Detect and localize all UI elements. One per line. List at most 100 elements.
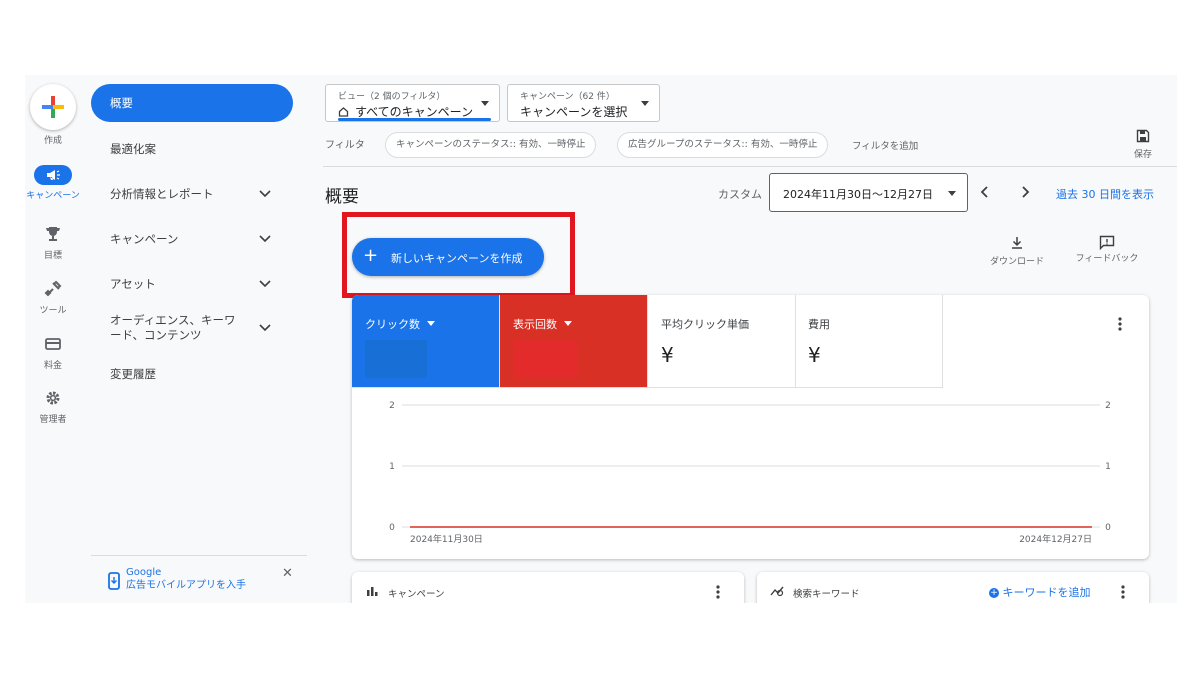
download-label: ダウンロード xyxy=(989,257,1044,267)
caret-down-icon xyxy=(564,321,572,326)
date-range-picker[interactable]: 2024年11月30日～12月27日 xyxy=(769,173,968,212)
x-tick-label: 2024年11月30日 xyxy=(410,533,483,545)
create-button[interactable] xyxy=(30,84,76,130)
nav-item-label: 最適化案 xyxy=(110,142,156,156)
y-tick-label-right: 0 xyxy=(1105,523,1111,533)
view-selector-caption: ビュー（2 個のフィルタ） xyxy=(338,92,446,102)
nav-item-assets[interactable]: アセット xyxy=(91,276,293,292)
chevron-down-icon xyxy=(259,280,271,288)
download-button[interactable]: ダウンロード xyxy=(986,235,1048,267)
y-tick-label-left: 2 xyxy=(389,401,395,411)
nav-item-label: 概要 xyxy=(110,96,133,110)
card-title: 検索キーワード xyxy=(793,589,860,600)
metric-label: 費用 xyxy=(808,318,830,331)
chevron-down-icon xyxy=(259,235,271,243)
y-tick-label-left: 1 xyxy=(389,462,395,472)
metric-label: クリック数 xyxy=(365,318,420,331)
add-filter-button[interactable]: フィルタを追加 xyxy=(852,138,918,152)
save-label: 保存 xyxy=(1133,150,1152,160)
highlight-box xyxy=(342,212,575,298)
metric-label: 平均クリック単価 xyxy=(661,318,749,331)
feedback-button[interactable]: フィードバック xyxy=(1075,235,1139,265)
more-vert-icon[interactable] xyxy=(1116,316,1124,332)
campaign-summary-card: キャンペーン xyxy=(352,572,744,603)
y-tick-label-right: 2 xyxy=(1105,401,1111,411)
rail-item-tools[interactable]: ツール xyxy=(25,280,81,316)
metric-value-redacted xyxy=(365,340,427,378)
filter-chip-adgroup-status[interactable]: 広告グループのステータス:: 有効、一時停止 xyxy=(617,132,829,158)
rail-item-billing[interactable]: 料金 xyxy=(25,335,81,371)
promo-title: Google xyxy=(126,567,162,578)
mobile-app-promo[interactable]: Google 広告モバイルアプリを入手 ✕ xyxy=(91,555,307,591)
caret-down-icon xyxy=(481,101,489,106)
megaphone-icon xyxy=(34,165,72,185)
filter-chip-campaign-status[interactable]: キャンペーンのステータス:: 有効、一時停止 xyxy=(385,132,597,158)
nav-item-label: オーディエンス、キーワード、コンテンツ xyxy=(110,313,236,342)
main-content: ビュー（2 個のフィルタ） すべてのキャンペーン キャンペーン（62 件） キャ… xyxy=(323,75,1177,603)
add-keyword-label: キーワードを追加 xyxy=(1002,586,1091,599)
date-custom-label: カスタム xyxy=(718,188,762,201)
chevron-right-icon[interactable] xyxy=(1018,185,1032,199)
nav-item-change-history[interactable]: 変更履歴 xyxy=(91,366,293,382)
rail-item-label: ツール xyxy=(39,306,67,316)
keyword-trend-icon xyxy=(770,586,784,597)
metric-value: ¥ xyxy=(661,343,674,367)
nav-item-label: アセット xyxy=(110,277,156,291)
page-title: 概要 xyxy=(325,187,359,207)
close-icon[interactable]: ✕ xyxy=(282,566,293,581)
campaign-selector[interactable]: キャンペーン（62 件） キャンペーンを選択 xyxy=(507,84,660,122)
rail-item-admin[interactable]: 管理者 xyxy=(25,389,81,425)
gear-icon xyxy=(25,389,81,409)
nav-item-label: 分析情報とレポート xyxy=(110,187,214,201)
save-icon xyxy=(1136,129,1150,143)
bar-chart-icon xyxy=(367,587,378,596)
trophy-icon xyxy=(25,225,81,245)
more-vert-icon[interactable] xyxy=(714,584,722,600)
rail-item-label: 管理者 xyxy=(39,415,67,425)
google-ads-app: 作成 キャンペーン 目標 ツール 料金 管理者 概要 最適化案 分析情報とレポー… xyxy=(25,75,1177,603)
credit-card-icon xyxy=(25,335,81,355)
nav-item-recommendations[interactable]: 最適化案 xyxy=(91,141,293,157)
rail-item-campaigns[interactable]: キャンペーン xyxy=(25,165,81,201)
plus-icon xyxy=(42,96,64,118)
metric-avg-cpc[interactable]: 平均クリック単価 ¥ xyxy=(648,295,796,388)
view-selector[interactable]: ビュー（2 個のフィルタ） すべてのキャンペーン xyxy=(325,84,500,122)
campaign-selector-value: キャンペーンを選択 xyxy=(520,105,628,119)
past-30-days-link[interactable]: 過去 30 日間を表示 xyxy=(1056,186,1154,202)
performance-chart: 2 2 1 1 0 0 2024年11月30日 2024年12月27日 xyxy=(389,401,1111,545)
promo-text: 広告モバイルアプリを入手 xyxy=(126,580,246,591)
y-tick-label-left: 0 xyxy=(389,523,395,533)
performance-card: クリック数 表示回数 平均クリック単価 ¥ 費用 ¥ 2 2 1 1 0 0 2024年11… xyxy=(352,295,1149,559)
save-button[interactable]: 保存 xyxy=(1129,128,1157,160)
search-keywords-card: 検索キーワード + キーワードを追加 xyxy=(757,572,1149,603)
rail-item-goals[interactable]: 目標 xyxy=(25,225,81,261)
create-label: 作成 xyxy=(43,136,62,146)
x-tick-label: 2024年12月27日 xyxy=(1019,533,1092,545)
rail-item-label: 料金 xyxy=(43,361,62,371)
nav-item-overview[interactable]: 概要 xyxy=(91,84,293,122)
metric-value: ¥ xyxy=(808,343,821,367)
add-keyword-button[interactable]: + キーワードを追加 xyxy=(989,584,1091,600)
nav-item-audiences-keywords[interactable]: オーディエンス、キーワード、コンテンツ xyxy=(91,313,293,343)
metric-impressions[interactable]: 表示回数 xyxy=(500,295,648,388)
chevron-left-icon[interactable] xyxy=(978,185,992,199)
more-vert-icon[interactable] xyxy=(1119,584,1127,600)
caret-down-icon xyxy=(427,321,435,326)
download-icon xyxy=(1012,237,1022,249)
filter-label: フィルタ xyxy=(325,140,365,151)
y-tick-label-right: 1 xyxy=(1105,462,1111,472)
metric-value-redacted xyxy=(513,340,577,378)
caret-down-icon xyxy=(641,101,649,106)
rail-item-label: 目標 xyxy=(43,251,62,261)
nav-item-insights-reports[interactable]: 分析情報とレポート xyxy=(91,186,293,202)
card-title: キャンペーン xyxy=(388,589,445,600)
metric-label: 表示回数 xyxy=(513,318,557,331)
metric-clicks[interactable]: クリック数 xyxy=(352,295,500,388)
section-nav: 概要 最適化案 分析情報とレポート キャンペーン アセット オーディエンス、キー… xyxy=(91,75,307,603)
add-circle-icon: + xyxy=(989,588,999,598)
metric-cost[interactable]: 費用 ¥ xyxy=(795,295,943,388)
chevron-down-icon xyxy=(259,190,271,198)
nav-item-campaigns[interactable]: キャンペーン xyxy=(91,231,293,247)
chevron-down-icon xyxy=(259,324,271,332)
toolbar-divider xyxy=(323,166,1177,167)
